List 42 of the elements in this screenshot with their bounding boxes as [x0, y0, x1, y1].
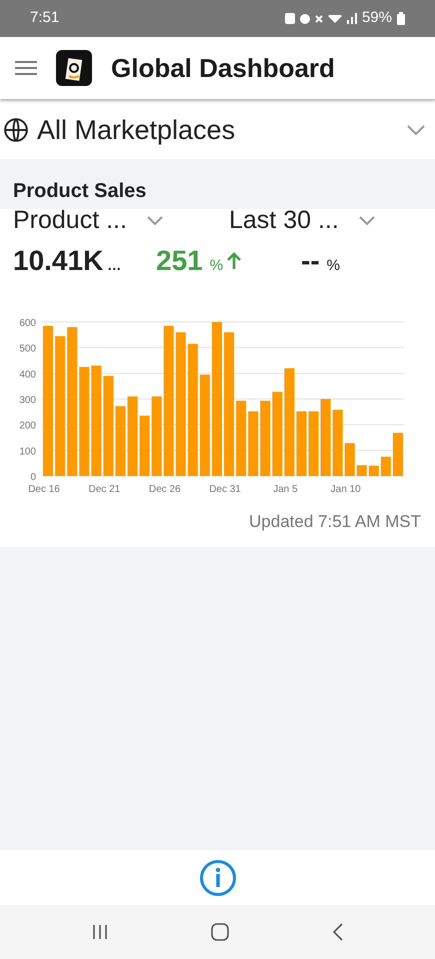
info-icon[interactable] — [198, 858, 236, 896]
marketplace-dropdown[interactable]: All Marketplaces — [0, 101, 435, 159]
status-time: 7:51 — [30, 8, 60, 28]
battery-icon — [397, 12, 405, 25]
axis-tick-label: 300 — [19, 395, 36, 406]
mute-icon — [314, 14, 323, 22]
axis-tick-label: Dec 21 — [88, 484, 120, 495]
app-logo — [56, 50, 92, 86]
battery-level: 59% — [362, 8, 392, 28]
arrow-up-icon — [226, 252, 242, 270]
back-icon[interactable] — [330, 922, 344, 942]
ellipsis-text: … — [107, 256, 122, 275]
axis-tick-label: 600 — [19, 318, 36, 329]
filter-dropdown[interactable]: Product ... — [0, 205, 216, 235]
axis-tick-label: Jan 10 — [330, 484, 361, 495]
axis-tick-label: Dec 26 — [148, 484, 181, 495]
chevron-down-icon — [358, 216, 375, 224]
menu-icon[interactable] — [15, 60, 37, 76]
percent-sign: % — [326, 256, 340, 276]
updated-time: Updated 7:51 AM MST — [249, 511, 421, 533]
axis-tick-label: Dec 16 — [28, 484, 60, 495]
globe-icon — [3, 117, 29, 143]
metric-value: 251 — [156, 244, 203, 278]
chevron-down-icon — [407, 125, 425, 135]
axis-tick-label: Dec 31 — [209, 484, 241, 495]
metric-value: 10.41K — [13, 244, 104, 278]
axis-tick-label: 400 — [19, 369, 36, 380]
axis-tick-label: Jan 5 — [273, 484, 298, 495]
filter-dropdown[interactable]: Last 30 ... — [216, 205, 375, 235]
home-icon[interactable] — [210, 922, 230, 942]
app-title: Global Dashboard — [111, 52, 335, 84]
axis-tick-label: 100 — [19, 446, 36, 458]
axis-tick-label: 500 — [19, 344, 36, 355]
signal-icon — [346, 13, 357, 24]
axis-tick-label: 0 — [30, 472, 36, 483]
section-title: Product Sales — [13, 179, 146, 204]
wifi-icon — [328, 14, 342, 22]
axis-tick-label: 200 — [19, 420, 36, 432]
metric-value: -- — [301, 244, 320, 278]
recent-apps-icon[interactable] — [90, 923, 108, 941]
chevron-down-icon — [146, 216, 163, 224]
percent-sign: % — [210, 256, 224, 276]
